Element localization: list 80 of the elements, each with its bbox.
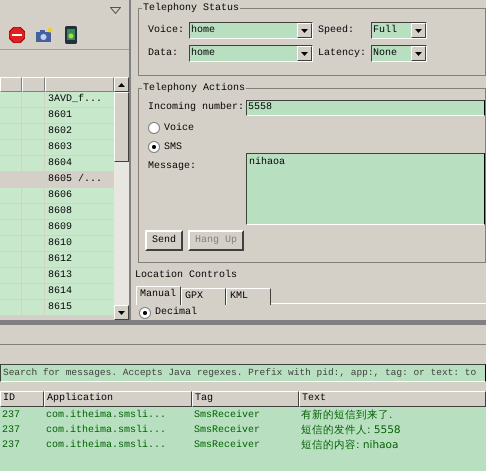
radio-button[interactable] <box>148 122 160 134</box>
table-row[interactable]: 8614 <box>0 284 114 300</box>
table-cell: 8601 <box>48 110 72 121</box>
view-menu-icon[interactable] <box>110 6 121 14</box>
table-row[interactable]: 8606 <box>0 188 114 204</box>
table-cell: 8608 <box>48 206 72 217</box>
table-row[interactable]: 8601 <box>0 108 114 124</box>
table-row[interactable]: 8612 <box>0 252 114 268</box>
dropdown-arrow-icon[interactable] <box>415 52 422 56</box>
column-header[interactable]: Text <box>299 391 486 407</box>
dropdown-arrow-icon[interactable] <box>301 52 308 56</box>
section-title: Location Controls <box>135 269 238 283</box>
radio-button[interactable] <box>139 306 151 318</box>
table-cell: 237 <box>2 425 20 436</box>
table-row[interactable]: 8608 <box>0 204 114 220</box>
input-field[interactable]: 5558 <box>248 102 272 113</box>
table-cell: 短信的内容: nihaoa <box>301 439 398 451</box>
column-header[interactable] <box>22 77 45 92</box>
table-cell: 8609 <box>48 222 72 233</box>
dropdown-arrow-icon[interactable] <box>415 28 422 32</box>
radio-label: Decimal <box>155 306 198 320</box>
table-cell: 3AVD_f... <box>48 94 102 105</box>
table-row[interactable]: 8610 <box>0 236 114 252</box>
field-label: Latency: <box>318 47 366 61</box>
table-row[interactable]: 8602 <box>0 124 114 140</box>
table-cell: 8614 <box>48 286 72 297</box>
table-cell: 237 <box>2 440 20 451</box>
table-row[interactable]: 3AVD_f... <box>0 92 114 108</box>
table-cell: SmsReceiver <box>194 440 260 451</box>
column-header[interactable]: Application <box>44 391 192 407</box>
table-cell: 8603 <box>48 142 72 153</box>
dropdown[interactable]: home <box>189 22 314 39</box>
table-cell: 8605 /... <box>48 174 102 185</box>
table-cell: 237 <box>2 410 20 421</box>
field-label: Voice: <box>148 24 184 38</box>
radio-label: Voice <box>164 122 194 136</box>
table-cell: com.itheima.smsli... <box>46 410 166 421</box>
message-field[interactable]: nihaoa <box>246 152 485 225</box>
field-label: Speed: <box>318 24 356 38</box>
table-cell: 8612 <box>48 254 72 265</box>
column-header[interactable] <box>0 77 22 92</box>
table-row[interactable]: 8609 <box>0 220 114 236</box>
table-cell: 8610 <box>48 238 72 249</box>
tab[interactable]: KML <box>226 288 271 305</box>
dropdown[interactable]: Full <box>371 22 428 39</box>
table-row[interactable]: 8603 <box>0 140 114 156</box>
radio-label: SMS <box>164 140 182 155</box>
table-cell: 8615 <box>48 302 72 313</box>
table-cell: 8602 <box>48 126 72 137</box>
table-cell: SmsReceiver <box>194 425 260 436</box>
radio-button[interactable] <box>148 141 160 154</box>
dropdown-arrow-icon[interactable] <box>301 28 308 32</box>
stop-icon[interactable] <box>9 26 25 42</box>
table-row[interactable]: 8604 <box>0 156 114 172</box>
table-row[interactable]: 8613 <box>0 268 114 284</box>
table-cell: 有新的短信到来了. <box>301 409 392 421</box>
action-button[interactable]: Send <box>145 230 184 251</box>
field-label: Incoming number: <box>148 100 246 116</box>
tab[interactable]: Manual <box>136 286 181 305</box>
table-cell: 8613 <box>48 270 72 281</box>
table-cell: 8604 <box>48 158 72 169</box>
table-cell: SmsReceiver <box>194 410 260 421</box>
up-arrow-icon[interactable] <box>118 82 125 86</box>
column-header[interactable]: Tag <box>192 391 299 407</box>
phone-icon[interactable] <box>63 26 79 44</box>
tab[interactable]: GPX <box>181 288 226 305</box>
camera-icon[interactable] <box>35 26 53 42</box>
dropdown[interactable]: None <box>371 45 428 62</box>
dropdown[interactable]: home <box>189 45 314 62</box>
table-cell: com.itheima.smsli... <box>46 425 166 436</box>
column-header[interactable] <box>45 77 114 92</box>
scrollbar[interactable] <box>114 77 129 320</box>
table-row[interactable]: 8615 <box>0 300 114 316</box>
table-cell: com.itheima.smsli... <box>46 440 166 451</box>
field-label: Data: <box>148 47 180 61</box>
down-arrow-icon[interactable] <box>118 310 125 314</box>
table-cell: 8606 <box>48 190 72 201</box>
table-cell: 短信的发件人: 5558 <box>301 424 401 436</box>
column-header[interactable]: ID <box>0 391 44 407</box>
field-label: Message: <box>148 160 198 174</box>
